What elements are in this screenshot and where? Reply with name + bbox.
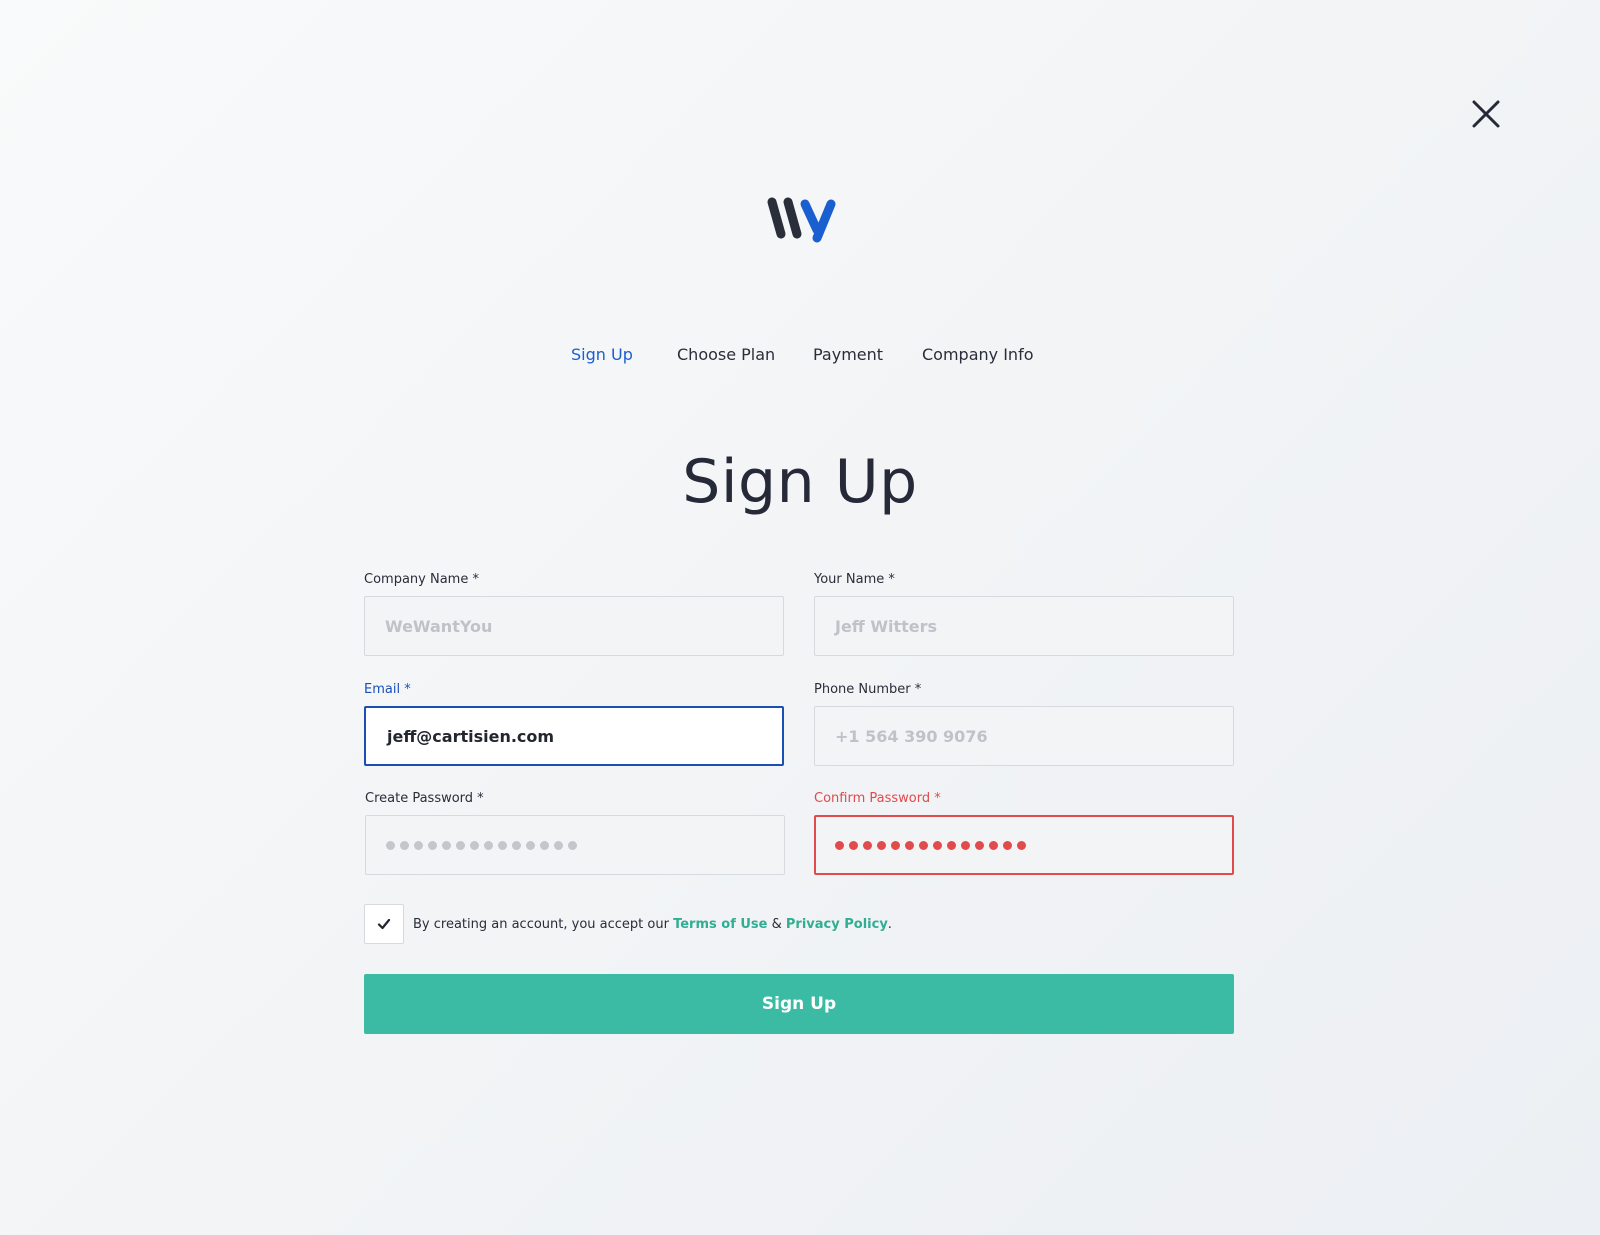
confirm-password-label: Confirm Password * [814, 791, 941, 806]
company-name-placeholder: WeWantYou [385, 616, 493, 636]
password-dot [512, 840, 521, 850]
password-dot [456, 840, 465, 850]
password-dot [400, 840, 409, 850]
password-dot [1017, 840, 1026, 850]
password-dot [947, 840, 956, 850]
email-input[interactable]: jeff@cartisien.com [364, 706, 784, 766]
password-dot [919, 840, 928, 850]
terms-suffix: . [887, 916, 892, 932]
password-dot [905, 840, 914, 850]
password-dot [554, 840, 563, 850]
confirm-password-field: Confirm Password * [814, 791, 1234, 875]
phone-input[interactable]: +1 564 390 9076 [814, 706, 1234, 766]
phone-label: Phone Number * [814, 682, 922, 697]
password-dot [568, 840, 577, 850]
phone-field: Phone Number * +1 564 390 9076 [814, 682, 1234, 766]
step-sign-up[interactable]: Sign Up [571, 345, 633, 364]
email-field: Email * jeff@cartisien.com [364, 682, 784, 766]
password-dot [484, 840, 493, 850]
privacy-policy-link[interactable]: Privacy Policy [786, 917, 888, 932]
password-dot [835, 840, 844, 850]
password-dot [891, 840, 900, 850]
terms-amp: & [767, 916, 786, 932]
password-dot [877, 840, 886, 850]
confirm-password-mask [835, 840, 1026, 850]
phone-placeholder: +1 564 390 9076 [835, 726, 988, 746]
create-password-field: Create Password * [365, 791, 785, 875]
your-name-field: Your Name * Jeff Witters [814, 572, 1234, 656]
terms-checkbox[interactable] [364, 904, 404, 944]
close-icon [1472, 100, 1500, 128]
create-password-input[interactable] [365, 815, 785, 875]
your-name-placeholder: Jeff Witters [835, 616, 938, 636]
password-dot [1003, 840, 1012, 850]
email-value: jeff@cartisien.com [387, 726, 555, 746]
step-payment[interactable]: Payment [813, 345, 883, 364]
email-label: Email * [364, 682, 411, 697]
password-dot [386, 840, 395, 850]
password-dot [933, 840, 942, 850]
password-dot [498, 840, 507, 850]
step-company-info[interactable]: Company Info [922, 345, 1033, 364]
company-name-input[interactable]: WeWantYou [364, 596, 784, 656]
confirm-password-input[interactable] [814, 815, 1234, 875]
terms-prefix: By creating an account, you accept our [413, 916, 674, 932]
terms-row: By creating an account, you accept our T… [364, 904, 892, 944]
wy-logo-icon [765, 196, 839, 246]
password-dot [414, 840, 423, 850]
your-name-label: Your Name * [814, 572, 895, 587]
checkmark-icon [377, 918, 391, 930]
your-name-input[interactable]: Jeff Witters [814, 596, 1234, 656]
password-dot [863, 840, 872, 850]
company-name-label: Company Name * [364, 572, 479, 587]
create-password-mask [386, 840, 577, 850]
password-dot [540, 840, 549, 850]
password-dot [470, 840, 479, 850]
password-dot [975, 840, 984, 850]
password-dot [989, 840, 998, 850]
password-dot [849, 840, 858, 850]
company-name-field: Company Name * WeWantYou [364, 572, 784, 656]
sign-up-button[interactable]: Sign Up [364, 974, 1234, 1034]
password-dot [526, 840, 535, 850]
create-password-label: Create Password * [365, 791, 484, 806]
page-title: Sign Up [682, 447, 918, 517]
password-dot [961, 840, 970, 850]
close-button[interactable] [1469, 97, 1503, 131]
password-dot [428, 840, 437, 850]
step-choose-plan[interactable]: Choose Plan [677, 345, 775, 364]
terms-of-use-link[interactable]: Terms of Use [673, 917, 767, 932]
password-dot [442, 840, 451, 850]
